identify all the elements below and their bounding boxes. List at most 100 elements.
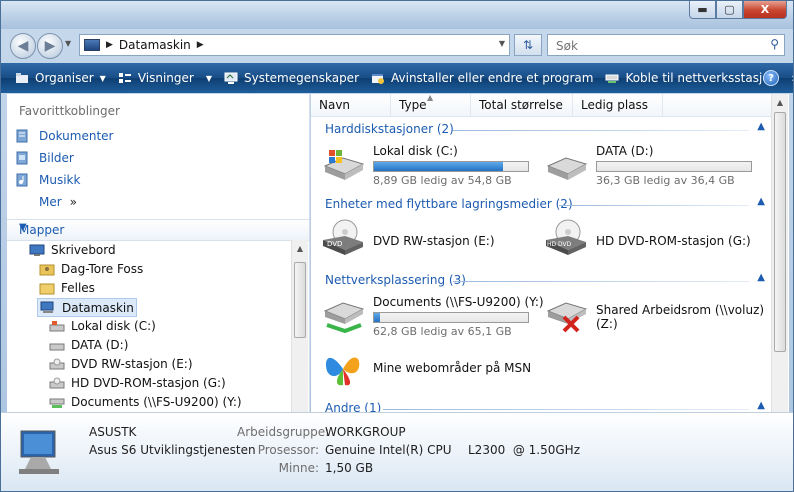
minimize-button[interactable]: ▬ xyxy=(689,1,716,19)
column-label: Total størrelse xyxy=(479,98,563,112)
address-dropdown-icon[interactable]: ▼ xyxy=(499,39,505,48)
network-drive-icon xyxy=(605,72,619,84)
drive-d[interactable]: DATA (D:) 36,3 GB ledig av 36,4 GB xyxy=(544,144,752,187)
collapse-icon[interactable]: ▲ xyxy=(757,272,765,283)
views-button[interactable]: Visninger ▼ xyxy=(112,63,218,93)
collapse-icon[interactable]: ▲ xyxy=(757,196,765,207)
scroll-up-icon[interactable]: ▲ xyxy=(292,240,308,256)
drive-g[interactable]: HD DVD HD DVD-ROM-stasjon (G:) xyxy=(544,218,751,256)
tree-public[interactable]: Felles xyxy=(39,281,95,295)
tree-user-folder[interactable]: Dag-Tore Foss xyxy=(39,262,143,276)
scroll-thumb[interactable] xyxy=(294,262,306,338)
command-bar: Organiser ▼ Visninger ▼ Systemegenskaper… xyxy=(1,63,793,93)
organize-button[interactable]: Organiser ▼ xyxy=(1,63,112,93)
hd-dvd-badge: HD DVD xyxy=(547,241,572,248)
msn-web-sites[interactable]: Mine webområder på MSN xyxy=(321,349,531,387)
group-hard-drives[interactable]: Harddiskstasjoner (2) ▲ xyxy=(325,121,765,138)
chevron-down-icon: ▼ xyxy=(205,73,212,83)
uninstall-label: Avinstaller eller endre et program xyxy=(391,71,594,85)
column-label: Type xyxy=(399,98,427,112)
column-label: Ledig plass xyxy=(581,98,649,112)
computer-name: ASUSTK xyxy=(89,425,137,439)
tree-label: HD DVD-ROM-stasjon (G:) xyxy=(71,376,226,390)
folders-header[interactable]: Mapper ▼ xyxy=(7,219,309,241)
close-button[interactable]: X xyxy=(743,1,787,19)
group-removable[interactable]: Enheter med flyttbare lagringsmedier (2)… xyxy=(325,196,765,213)
recent-pages-dropdown[interactable]: ▼ xyxy=(65,39,75,51)
tree-label: Dag-Tore Foss xyxy=(61,262,144,276)
windows-drive-icon xyxy=(321,144,365,182)
tree-label: DVD RW-stasjon (E:) xyxy=(71,357,193,371)
tree-computer[interactable]: Datamaskin xyxy=(37,298,137,317)
scroll-thumb[interactable] xyxy=(774,112,786,352)
disconnected-network-drive-icon xyxy=(544,295,588,333)
workgroup-label: Arbeidsgruppe: xyxy=(237,425,330,439)
folders-scrollbar[interactable]: ▲ xyxy=(291,240,308,412)
search-icon[interactable]: ⚲ xyxy=(770,37,779,51)
back-button[interactable]: ◀ xyxy=(10,33,36,59)
workgroup-value: WORKGROUP xyxy=(325,425,406,439)
favorite-music[interactable]: Musikk xyxy=(15,173,80,187)
memory-label: Minne: xyxy=(278,461,319,475)
collapse-icon[interactable]: ▲ xyxy=(757,121,765,132)
favorite-label: Musikk xyxy=(39,173,81,187)
drive-y[interactable]: Documents (\\FS-U9200) (Y:) 62,8 GB ledi… xyxy=(321,295,544,338)
drive-e[interactable]: DVD DVD RW-stasjon (E:) xyxy=(321,218,495,256)
refresh-button[interactable]: ⇅ xyxy=(514,34,542,56)
forward-button[interactable]: ▶ xyxy=(37,33,63,59)
search-input[interactable] xyxy=(554,36,758,56)
breadcrumb-datamaskin[interactable]: Datamaskin xyxy=(119,38,191,52)
network-drive-icon xyxy=(49,396,65,409)
favorite-label: Bilder xyxy=(39,151,74,165)
music-icon xyxy=(15,173,29,187)
pictures-icon xyxy=(15,151,29,165)
favorite-label: Mer xyxy=(39,195,62,209)
address-box[interactable]: ▶ Datamaskin ▶ ▼ xyxy=(79,34,510,56)
group-divider xyxy=(559,205,749,206)
more-arrow-icon: » xyxy=(69,195,78,209)
favorite-pictures[interactable]: Bilder xyxy=(15,151,74,165)
column-total-size[interactable]: Total størrelse xyxy=(471,94,573,116)
maximize-button[interactable]: ▢ xyxy=(716,1,743,19)
uninstall-program-button[interactable]: Avinstaller eller endre et program xyxy=(365,63,599,93)
free-space-text: 36,3 GB ledig av 36,4 GB xyxy=(596,174,735,187)
tree-drive-g[interactable]: HD DVD-ROM-stasjon (G:) xyxy=(49,376,226,390)
favorite-more[interactable]: Mer » xyxy=(39,195,77,209)
windows-drive-icon xyxy=(49,320,65,333)
content-scrollbar[interactable]: ▲ xyxy=(771,94,788,412)
hard-drive-icon xyxy=(49,339,65,352)
column-name[interactable]: Navn xyxy=(311,94,391,116)
search-box[interactable]: ⚲ xyxy=(547,34,785,56)
group-label: Nettverksplassering (3) xyxy=(325,273,466,287)
sort-up-icon: ▲ xyxy=(427,93,434,102)
tree-drive-y[interactable]: Documents (\\FS-U9200) (Y:) xyxy=(49,395,242,409)
favorite-documents[interactable]: Dokumenter xyxy=(15,129,113,143)
more-commands-button[interactable]: » xyxy=(783,63,793,93)
tree-drive-d[interactable]: DATA (D:) xyxy=(49,338,128,352)
column-free-space[interactable]: Ledig plass xyxy=(573,94,663,116)
breadcrumb-arrow-icon[interactable]: ▶ xyxy=(197,40,204,50)
map-drive-label: Koble til nettverksstasjon xyxy=(625,71,778,85)
tree-drive-e[interactable]: DVD RW-stasjon (E:) xyxy=(49,357,193,371)
tree-label: Lokal disk (C:) xyxy=(71,319,156,333)
map-network-drive-button[interactable]: Koble til nettverksstasjon xyxy=(599,63,783,93)
breadcrumb-arrow-icon[interactable]: ▶ xyxy=(106,40,113,50)
drive-z[interactable]: Shared Arbeidsrom (\\voluz) (Z:) xyxy=(544,295,764,333)
group-divider xyxy=(383,409,749,410)
drive-name: HD DVD-ROM-stasjon (G:) xyxy=(596,234,751,248)
help-icon[interactable]: ? xyxy=(763,70,779,86)
tree-desktop[interactable]: Skrivebord xyxy=(29,243,116,257)
views-label: Visninger xyxy=(137,71,194,85)
group-network[interactable]: Nettverksplassering (3) ▲ xyxy=(325,272,765,289)
column-label: Navn xyxy=(319,98,351,112)
tree-drive-c[interactable]: Lokal disk (C:) xyxy=(49,319,156,333)
organize-icon xyxy=(15,72,29,84)
column-type[interactable]: ▲ Type xyxy=(391,93,471,116)
drive-c[interactable]: Lokal disk (C:) 8,89 GB ledig av 54,8 GB xyxy=(321,144,529,187)
scroll-up-icon[interactable]: ▲ xyxy=(772,94,788,110)
system-properties-button[interactable]: Systemegenskaper xyxy=(218,63,365,93)
drive-name: Documents (\\FS-U9200) (Y:) xyxy=(373,295,544,309)
collapse-icon[interactable]: ▲ xyxy=(757,400,765,411)
chevron-down-icon[interactable]: ▼ xyxy=(19,222,301,233)
computer-icon xyxy=(19,430,59,474)
